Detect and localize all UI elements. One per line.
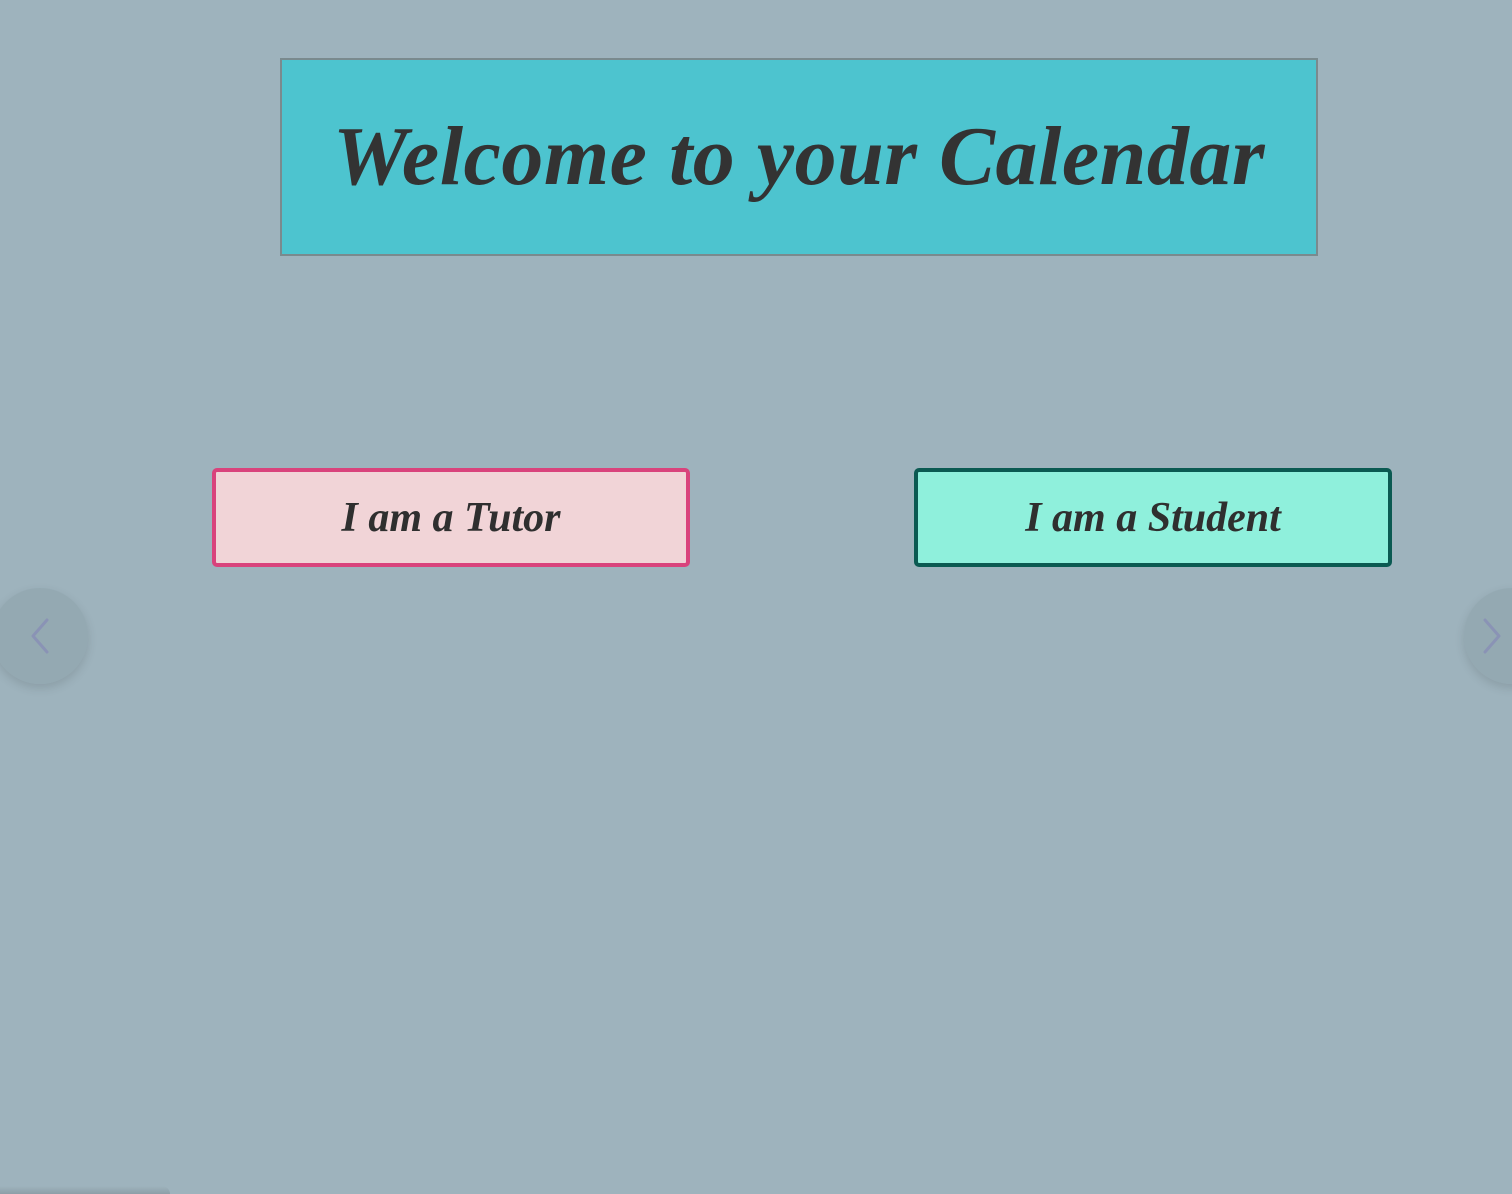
carousel-next-button[interactable] [1464,588,1512,684]
bottom-edge-shadow [0,1186,170,1194]
tutor-role-button[interactable]: I am a Tutor [212,468,690,567]
student-role-button[interactable]: I am a Student [914,468,1392,567]
welcome-banner: Welcome to your Calendar [280,58,1318,256]
chevron-right-icon [1477,616,1507,656]
chevron-left-icon [25,616,55,656]
page-title: Welcome to your Calendar [332,110,1266,203]
carousel-prev-button[interactable] [0,588,88,684]
